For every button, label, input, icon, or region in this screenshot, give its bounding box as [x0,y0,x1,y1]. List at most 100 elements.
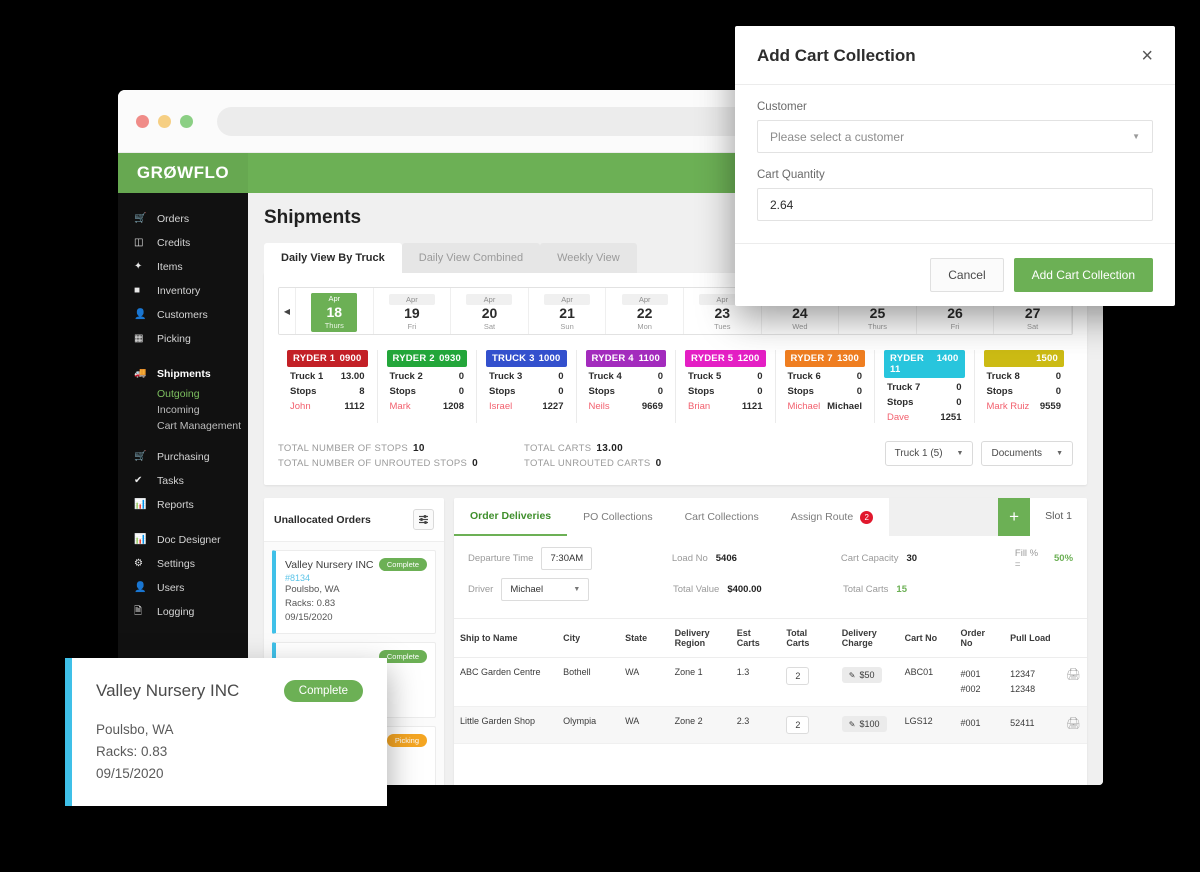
truck-card[interactable]: RYDER 11 1400 Truck 7 0 Stops 0 Dave 1251 [875,350,975,423]
cart-quantity-input[interactable]: 2.64 [757,188,1153,221]
date-cell[interactable]: Apr 20 Sat [451,288,529,334]
truck-card[interactable]: RYDER 2 0930 Truck 2 0 Stops 0 Mark 1208 [378,350,477,423]
sidebar-item-incoming[interactable]: Incoming [118,402,248,418]
delivery-charge-edit-button[interactable]: ✎ $50 [841,667,882,683]
customer-select[interactable]: Please select a customer ▼ [757,120,1153,153]
sidebar-item-logging[interactable]: 🗎 Logging [118,600,248,624]
tab-slot-1[interactable]: Slot 1 [1030,498,1087,536]
sidebar-item-credits[interactable]: ◫ Credits [118,231,248,255]
add-slot-button[interactable]: + [998,498,1031,536]
sidebar-item-outgoing[interactable]: Outgoing [118,386,248,402]
sidebar-item-users[interactable]: 👤 Users [118,576,248,600]
col-delivery-charge[interactable]: Delivery Charge [835,618,899,658]
sidebar-item-inventory[interactable]: ■ Inventory [118,279,248,303]
sidebar-item-orders[interactable]: 🛒 Orders [118,207,248,231]
tab-badge-count: 2 [860,510,874,524]
truck-card[interactable]: RYDER 5 1200 Truck 5 0 Stops 0 Brian 1121 [676,350,776,423]
tab-po-collections[interactable]: PO Collections [567,498,669,536]
col-order-no[interactable]: Order No [954,618,1005,658]
truck-card-header: RYDER 5 1200 [685,350,766,367]
truck-card-row: Stops 0 [884,393,965,408]
col-delivery-region[interactable]: Delivery Region [668,618,731,658]
total-carts-input[interactable]: 2 [786,716,810,734]
sidebar-item-tasks[interactable]: ✔ Tasks [118,469,248,493]
add-cart-collection-button[interactable]: Add Cart Collection [1013,258,1153,292]
date-cell[interactable]: Apr 22 Mon [606,288,684,334]
documents-dropdown[interactable]: Documents ▼ [981,441,1073,466]
col-state[interactable]: State [619,618,669,658]
sidebar-item-cart-management[interactable]: Cart Management [118,418,248,434]
driver-select[interactable]: Michael ▼ [501,578,590,601]
total-unrouted-stops-label: TOTAL NUMBER OF UNROUTED STOPS [278,458,468,469]
floating-order-card[interactable]: Valley Nursery INC Complete Poulsbo, WA … [65,658,387,806]
maximize-window-icon[interactable] [180,114,193,128]
tab-order-deliveries[interactable]: Order Deliveries [454,498,568,536]
total-carts-input[interactable]: 2 [786,667,810,685]
date-cell[interactable]: Apr 19 Fri [373,288,452,334]
tab-cart-collections[interactable]: Cart Collections [668,498,775,536]
truck-card-row: Stops 0 [387,382,468,397]
close-window-icon[interactable] [136,114,149,128]
date-cell[interactable]: Apr 21 Sun [528,288,607,334]
sidebar-item-shipments[interactable]: 🚚 Shipments [118,362,248,386]
truck-card[interactable]: 1500 Truck 8 0 Stops 0 Mark Ruiz 9559 [975,350,1074,423]
table-row[interactable]: Little Garden Shop Olympia WA Zone 2 2.3… [454,706,1087,744]
stops-value: 0 [458,386,464,397]
list-item[interactable]: Complete Valley Nursery INC #8134 Poulsb… [272,550,436,634]
truck-card[interactable]: TRUCK 3 1000 Truck 3 0 Stops 0 Israel 1227 [477,350,577,423]
col-est-carts[interactable]: Est Carts [730,618,781,658]
tab-assign-route[interactable]: Assign Route 2 [774,498,890,536]
sidebar-item-settings[interactable]: ⚙ Settings [118,552,248,576]
sidebar-item-purchasing[interactable]: 🛒 Purchasing [118,445,248,469]
brand-logo[interactable]: GRØWFLO [118,153,248,193]
delivery-charge-edit-button[interactable]: ✎ $100 [841,716,887,732]
filter-button[interactable] [413,509,434,530]
total-carts-group: Total Carts 15 [843,584,1018,595]
truck-card-header: RYDER 4 1100 [585,350,666,367]
sidebar-item-items[interactable]: ✦ Items [118,255,248,279]
truck-card-row: Stops 0 [685,382,766,397]
minimize-window-icon[interactable] [158,114,171,128]
col-total-carts[interactable]: Total Carts [780,618,836,658]
truck-card[interactable]: RYDER 7 1300 Truck 60 Stops 0 Michael Mich… [776,350,875,423]
truck-select-dropdown[interactable]: Truck 1 (5) ▼ [884,441,974,466]
departure-time-input[interactable]: 7:30AM [541,547,593,570]
sidebar-item-customers[interactable]: 👤 Customers [118,303,248,327]
tab-weekly-view[interactable]: Weekly View [540,243,637,273]
date-day: 18 [326,303,343,320]
date-weekday: Thurs [867,321,888,331]
truck-card[interactable]: RYDER 1 0900 Truck 1 13.00 Stops 8 John 111… [278,350,378,423]
cell-state: WA [619,706,669,744]
tab-daily-view-combined[interactable]: Daily View Combined [401,243,541,273]
cell-ship-to-name: ABC Garden Centre [454,657,558,707]
sidebar-item-reports[interactable]: 📊 Reports [118,493,248,517]
close-icon[interactable]: × [1141,46,1153,66]
total-carts-label: Total Carts [843,584,889,595]
stops-label: Stops [688,386,715,397]
truck-card[interactable]: RYDER 4 1100 Truck 4 0 Stops 0 Neils 9669 [577,350,676,423]
print-icon[interactable]: 🖨 [1066,716,1081,730]
stops-label: Stops [489,386,516,397]
sidebar-item-picking[interactable]: ▦ Picking [118,327,248,351]
col-cart-no[interactable]: Cart No [898,618,955,658]
table-header-row: Ship to Name City State Delivery Region … [454,618,1087,658]
customer-label: Customer [757,101,807,113]
date-cell[interactable]: Apr 18 Thurs [296,288,374,334]
col-pull-load[interactable]: Pull Load [1004,618,1060,658]
sidebar-divider [118,434,248,445]
load-no-group: Load No 5406 [672,553,841,564]
leaf-icon: ✦ [134,261,143,272]
tab-daily-view-by-truck[interactable]: Daily View By Truck [264,243,402,273]
col-ship-to-name[interactable]: Ship to Name [454,618,558,658]
cell-print: 🖨 [1059,706,1087,744]
cancel-button[interactable]: Cancel [930,258,1004,292]
prev-dates-button[interactable]: ◀ [279,288,296,334]
col-city[interactable]: City [557,618,620,658]
sidebar-item-doc-designer[interactable]: 📊 Doc Designer [118,528,248,552]
print-icon[interactable]: 🖨 [1066,667,1081,681]
sidebar-item-label: Inventory [157,285,201,297]
truck-card-name: RYDER 1 [293,353,336,364]
table-row[interactable]: ABC Garden Centre Bothell WA Zone 1 1.3 … [454,657,1087,707]
tab-label: PO Collections [583,511,653,523]
date-month: Apr [466,293,513,305]
